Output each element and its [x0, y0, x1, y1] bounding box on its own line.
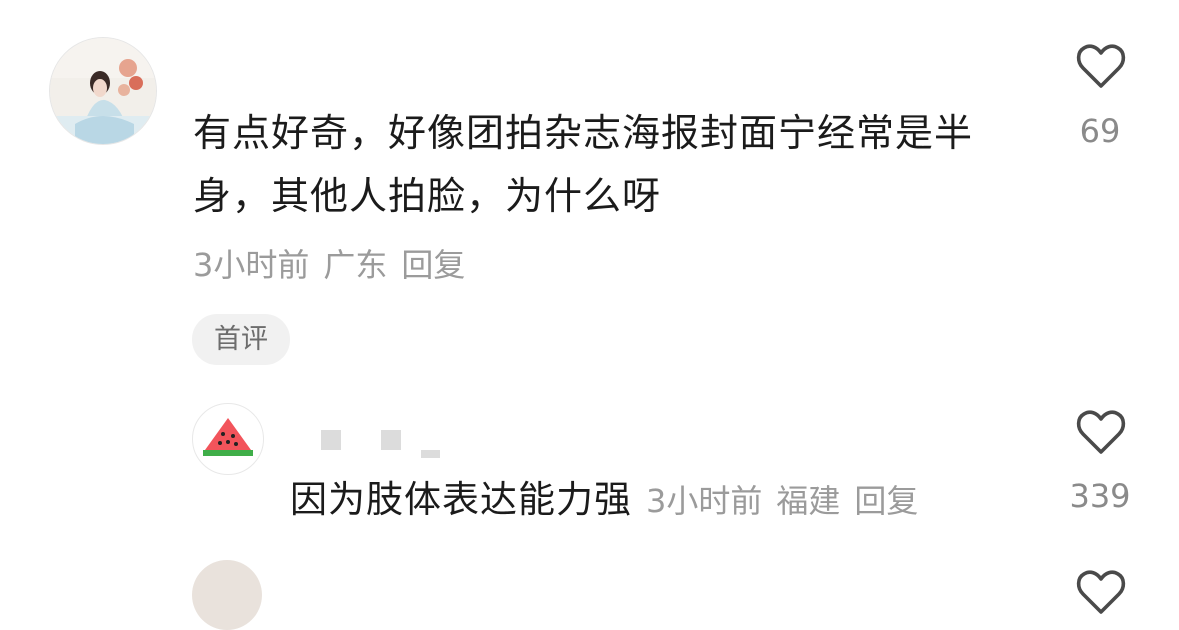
avatar-photo [50, 38, 156, 144]
next-like-button[interactable] [1074, 566, 1128, 620]
obscured-username [381, 430, 401, 450]
user-avatar[interactable] [49, 37, 157, 145]
watermelon-icon [203, 418, 253, 456]
reply-like-count: 339 [1069, 477, 1131, 515]
reply-meta: 3小时前 福建 回复 [646, 482, 932, 520]
reply-time: 3小时前 [646, 482, 763, 520]
heart-outline-icon [1076, 410, 1126, 454]
comment-meta: 3小时前 广东 回复 [193, 243, 479, 287]
comment-text: 有点好奇，好像团拍杂志海报封面宁经常是半身，其他人拍脸，为什么呀 [193, 111, 974, 218]
reply-content: 因为肢体表达能力强 3小时前 福建 回复 [290, 476, 932, 525]
obscured-username [421, 450, 440, 458]
reply-like-button[interactable] [1074, 406, 1128, 460]
comment-location: 广东 [323, 246, 388, 284]
heart-outline-icon [1076, 44, 1126, 88]
reply-button[interactable]: 回复 [401, 246, 465, 284]
like-count: 69 [1079, 112, 1121, 150]
reply-avatar[interactable] [192, 403, 264, 475]
like-button[interactable] [1074, 40, 1128, 94]
next-avatar[interactable] [192, 560, 262, 630]
comment-time: 3小时前 [193, 246, 310, 284]
obscured-username [321, 430, 341, 450]
first-comment-badge: 首评 [192, 314, 290, 365]
heart-outline-icon [1076, 570, 1126, 614]
reply-location: 福建 [776, 482, 841, 520]
reply-text: 因为肢体表达能力强 [290, 478, 632, 521]
reply-reply-button[interactable]: 回复 [854, 482, 918, 520]
